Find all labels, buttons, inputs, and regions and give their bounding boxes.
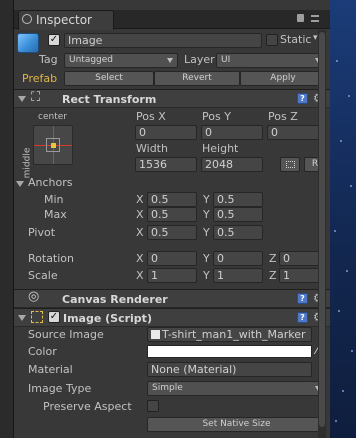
pivot-y-axis: Y <box>203 226 210 239</box>
preserve-aspect-label: Preserve Aspect <box>43 400 132 413</box>
prefab-revert-button[interactable]: Revert <box>154 71 240 86</box>
width-label: Width <box>136 142 168 155</box>
image-script-title: Image (Script) <box>63 312 152 325</box>
blueprint-mode-button[interactable] <box>280 157 300 172</box>
prefab-select-button[interactable]: Select <box>64 71 154 86</box>
min-y-field[interactable]: 0.5 <box>213 192 263 207</box>
prefab-apply-button[interactable]: Apply <box>240 71 326 86</box>
rotation-z-axis: Z <box>269 252 277 265</box>
image-type-label: Image Type <box>28 382 92 395</box>
collapse-arrow-icon[interactable] <box>18 315 26 321</box>
pivot-y-field[interactable]: 0.5 <box>213 225 263 240</box>
static-label: Static <box>280 33 312 46</box>
rotation-y-axis: Y <box>203 252 210 265</box>
inspector-icon <box>22 14 32 24</box>
tag-label: Tag <box>39 53 58 66</box>
static-dropdown-icon[interactable]: ▾ <box>313 31 318 45</box>
gameobject-cube-icon <box>17 33 39 53</box>
left-panel-edge <box>0 0 14 438</box>
image-script-header[interactable] <box>14 308 330 327</box>
pivot-x-axis: X <box>136 226 144 239</box>
help-icon[interactable]: ? <box>297 312 308 323</box>
inspector-scroll-thumb[interactable] <box>319 32 325 427</box>
rect-transform-title: Rect Transform <box>62 93 157 106</box>
pos-x-label: Pos X <box>136 110 166 123</box>
source-image-label: Source Image <box>28 328 104 341</box>
max-x-field[interactable]: 0.5 <box>147 207 197 222</box>
color-swatch[interactable] <box>147 345 312 358</box>
max-x-axis: X <box>136 208 144 221</box>
pos-z-label: Pos Z <box>268 110 298 123</box>
scale-label: Scale <box>28 269 58 282</box>
scale-x-field[interactable]: 1 <box>147 268 197 283</box>
chevron-down-icon <box>167 58 173 63</box>
image-component-icon <box>31 311 43 323</box>
scale-x-axis: X <box>136 269 144 282</box>
eye-icon: ◎ <box>28 289 40 304</box>
blueprint-icon <box>285 161 295 168</box>
scale-y-field[interactable]: 1 <box>213 268 263 283</box>
static-checkbox[interactable] <box>266 34 278 46</box>
anchor-dot <box>51 143 56 148</box>
pivot-x-field[interactable]: 0.5 <box>147 225 197 240</box>
inspector-tab-label: Inspector <box>36 13 92 27</box>
help-icon[interactable]: ? <box>297 93 308 104</box>
set-native-size-button[interactable]: Set Native Size <box>147 417 326 432</box>
max-label: Max <box>44 208 67 221</box>
menu-icon[interactable] <box>311 15 319 22</box>
rect-transform-icon: ⛶ <box>31 90 41 105</box>
anchors-label: Anchors <box>28 176 73 189</box>
min-label: Min <box>44 193 64 206</box>
help-icon[interactable]: ? <box>297 293 308 304</box>
active-checkbox[interactable]: ✓ <box>48 34 60 46</box>
rotation-y-field[interactable]: 0 <box>213 251 263 266</box>
rotation-x-field[interactable]: 0 <box>147 251 197 266</box>
layer-label: Layer <box>184 53 215 66</box>
source-image-field[interactable]: T-shirt_man1_with_Marker <box>147 327 312 342</box>
height-label: Height <box>202 142 239 155</box>
material-field[interactable]: None (Material) <box>147 362 312 377</box>
collapse-arrow-icon[interactable] <box>18 96 26 102</box>
image-type-dropdown[interactable]: Simple <box>147 381 326 396</box>
anchors-collapse-arrow-icon[interactable] <box>16 181 24 187</box>
sprite-icon <box>151 330 160 339</box>
layer-dropdown[interactable]: UI <box>216 53 326 68</box>
scene-view-background <box>330 0 356 438</box>
canvas-renderer-title: Canvas Renderer <box>62 293 168 306</box>
pos-x-field[interactable]: 0 <box>135 125 197 140</box>
max-y-field[interactable]: 0.5 <box>213 207 263 222</box>
image-type-value: Simple <box>152 383 183 393</box>
material-label: Material <box>28 363 73 376</box>
tag-dropdown[interactable]: Untagged <box>64 53 178 68</box>
pos-y-label: Pos Y <box>202 110 231 123</box>
pos-y-field[interactable]: 0 <box>201 125 263 140</box>
pivot-label: Pivot <box>28 226 56 239</box>
rotation-label: Rotation <box>28 252 75 265</box>
scale-z-axis: Z <box>269 269 277 282</box>
min-y-axis: Y <box>203 193 210 206</box>
min-x-axis: X <box>136 193 144 206</box>
tag-value: Untagged <box>69 55 114 65</box>
color-label: Color <box>28 345 57 358</box>
prefab-label: Prefab <box>22 72 58 85</box>
image-enabled-checkbox[interactable]: ✓ <box>48 311 60 323</box>
anchor-presets-widget[interactable] <box>33 125 73 165</box>
anchor-preset-h-label: center <box>38 112 67 122</box>
width-field[interactable]: 1536 <box>135 157 197 172</box>
height-field[interactable]: 2048 <box>201 157 263 172</box>
min-x-field[interactable]: 0.5 <box>147 192 197 207</box>
max-y-axis: Y <box>203 208 210 221</box>
source-image-value: T-shirt_man1_with_Marker <box>162 328 306 341</box>
scale-y-axis: Y <box>203 269 210 282</box>
layer-value: UI <box>221 55 231 65</box>
object-name-field[interactable]: Image <box>64 33 262 48</box>
lock-icon[interactable] <box>297 14 304 22</box>
rotation-x-axis: X <box>136 252 144 265</box>
preserve-aspect-checkbox[interactable] <box>147 400 159 412</box>
